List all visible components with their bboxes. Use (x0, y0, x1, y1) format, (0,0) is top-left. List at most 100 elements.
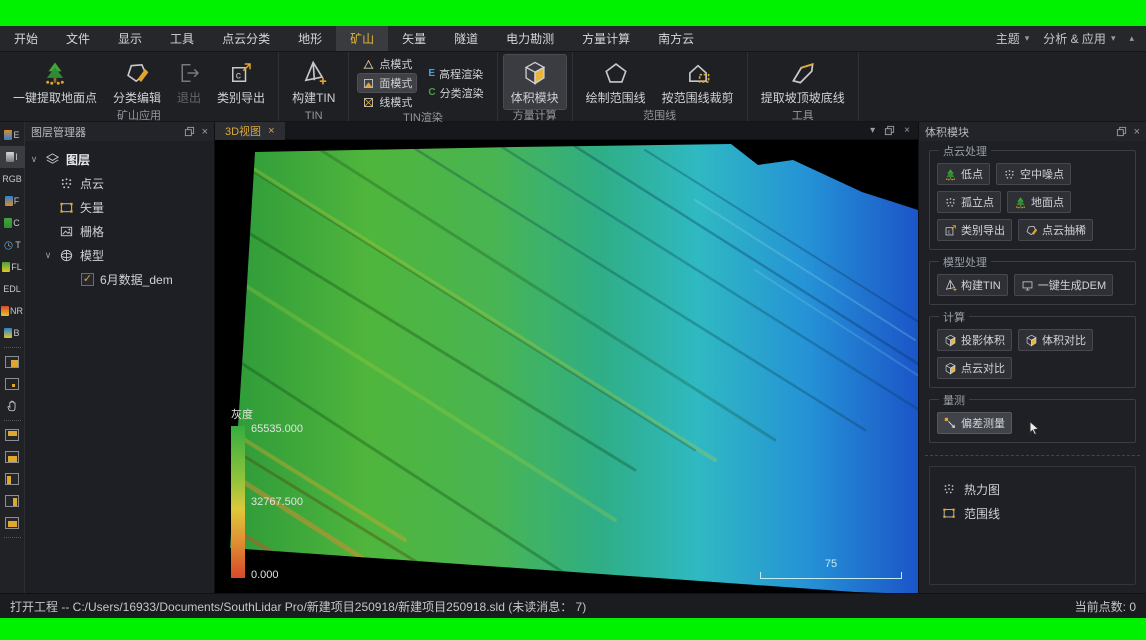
edl-mode-button[interactable]: EDL (0, 278, 25, 300)
extract-ground-points-button[interactable]: 一键提取地面点 (6, 55, 104, 109)
tab-list-dropdown-icon[interactable]: ▾ (870, 125, 875, 136)
select-tool-button[interactable] (0, 351, 25, 373)
low-points-button[interactable]: 低点 (937, 163, 990, 185)
theme-dropdown[interactable]: 主题 ▾ (996, 30, 1030, 47)
strip-separator (4, 347, 21, 348)
close-panel-icon[interactable]: × (202, 126, 208, 138)
menu-item-tunnel[interactable]: 隧道 (440, 26, 492, 51)
thin-points-button[interactable]: 点云抽稀 (1018, 219, 1093, 241)
project-path-status: 打开工程 -- C:/Users/16933/Documents/SouthLi… (10, 598, 586, 615)
close-panel-icon[interactable]: × (1134, 126, 1140, 138)
ground-points-button[interactable]: 地面点 (1007, 191, 1071, 213)
menu-item-tools[interactable]: 工具 (156, 26, 208, 51)
class-mode-button[interactable]: C (0, 212, 25, 234)
rgb-mode-button[interactable]: RGB (0, 168, 25, 190)
3d-viewport[interactable]: 灰度 65535.000 32767.500 0.000 75 (215, 140, 918, 593)
tree-node-vector[interactable]: 矢量 (29, 195, 210, 219)
caret-down-icon[interactable]: ∨ (43, 250, 53, 261)
menu-item-pointcloud-classify[interactable]: 点云分类 (208, 26, 284, 51)
category-export-button[interactable]: 类别导出 (937, 219, 1012, 241)
button-label: 低点 (961, 166, 983, 182)
tree-node-raster[interactable]: 栅格 (29, 219, 210, 243)
button-label: 高程渲染 (439, 66, 483, 82)
build-tin-button[interactable]: 构建TIN (937, 274, 1008, 296)
line-mode-button[interactable]: 线模式 (358, 93, 416, 111)
menu-item-mining[interactable]: 矿山 (336, 26, 388, 51)
pointcloud-compare-button[interactable]: 点云对比 (937, 357, 1012, 379)
scale-bar-value: 75 (760, 558, 902, 570)
clip-by-boundary-button[interactable]: 按范围线裁剪 (655, 55, 741, 109)
build-tin-button[interactable]: 构建TIN (285, 55, 342, 109)
elevation-mode-button[interactable]: E (0, 124, 25, 146)
menu-bar: 开始 文件 显示 工具 点云分类 地形 矿山 矢量 隧道 电力勘测 方量计算 南… (0, 26, 1146, 52)
view-top-button[interactable] (0, 424, 25, 446)
group-pointcloud-processing: 点云处理 低点 空中噪点 孤立点 地面点 类别导出 点云抽稀 (929, 150, 1136, 250)
generate-dem-button[interactable]: 一键生成DEM (1014, 274, 1113, 296)
air-noise-button[interactable]: 空中噪点 (996, 163, 1071, 185)
draw-boundary-button[interactable]: 绘制范围线 (579, 55, 653, 109)
float-panel-icon[interactable] (1116, 126, 1127, 137)
menu-item-south-cloud[interactable]: 南方云 (644, 26, 708, 51)
point-mode-button[interactable]: 点模式 (358, 55, 416, 73)
isolated-points-button[interactable]: 孤立点 (937, 191, 1001, 213)
nr-mode-button[interactable]: NR (0, 300, 25, 322)
float-view-icon[interactable] (884, 125, 895, 136)
projection-volume-button[interactable]: 投影体积 (937, 329, 1012, 351)
elevation-icon (4, 130, 12, 140)
group-title: 点云处理 (939, 143, 991, 159)
hand-icon (5, 399, 19, 413)
boundary-line-item[interactable]: 范围线 (942, 501, 1123, 525)
menu-item-display[interactable]: 显示 (104, 26, 156, 51)
intensity-mode-button[interactable]: I (0, 146, 25, 168)
caret-down-icon[interactable]: ∨ (29, 154, 39, 165)
view-right-button[interactable] (0, 490, 25, 512)
float-panel-icon[interactable] (184, 126, 195, 137)
time-mode-button[interactable]: T (0, 234, 25, 256)
menu-item-start[interactable]: 开始 (0, 26, 52, 51)
b-mode-button[interactable]: B (0, 322, 25, 344)
close-view-icon[interactable]: × (904, 125, 910, 136)
volume-module-button[interactable]: 体积模块 (504, 55, 566, 109)
menu-item-file[interactable]: 文件 (52, 26, 104, 51)
tree-node-pointcloud[interactable]: 点云 (29, 171, 210, 195)
deviation-measure-button[interactable]: 偏差测量 (937, 412, 1012, 434)
button-label: 点模式 (379, 56, 412, 72)
classify-edit-button[interactable]: 分类编辑 (106, 55, 168, 109)
classification-render-button[interactable]: C 分类渲染 (424, 84, 487, 102)
category-export-button[interactable]: 类别导出 (210, 55, 272, 109)
analysis-app-dropdown[interactable]: 分析 & 应用 ▾ (1043, 30, 1115, 47)
layer-panel-header: 图层管理器 × (25, 122, 214, 141)
pan-tool-button[interactable] (0, 395, 25, 417)
tab-close-icon[interactable]: × (268, 125, 274, 137)
tree-node-dem-layer[interactable]: ✓ 6月数据_dem (29, 267, 210, 291)
menu-bar-right: 主题 ▾ 分析 & 应用 ▾ ▴ (996, 26, 1146, 51)
elevation-render-button[interactable]: E 高程渲染 (424, 65, 487, 83)
menu-item-volume-calc[interactable]: 方量计算 (568, 26, 644, 51)
strip-label: T (15, 240, 21, 250)
face-mode-button[interactable]: 面模式 (358, 74, 416, 92)
tree-node-layers[interactable]: ∨ 图层 (29, 147, 210, 171)
flight-mode-button[interactable]: F (0, 190, 25, 212)
tree-icon (944, 168, 957, 181)
menu-item-vector[interactable]: 矢量 (388, 26, 440, 51)
button-label: 体积对比 (1042, 332, 1086, 348)
strip-label: B (13, 328, 19, 338)
current-point-count: 当前点数: 0 (1075, 598, 1136, 615)
strip-label: NR (10, 306, 23, 316)
extract-slope-lines-button[interactable]: 提取坡顶坡底线 (754, 55, 852, 109)
heatmap-item[interactable]: 热力图 (942, 477, 1123, 501)
layer-visibility-checkbox[interactable]: ✓ (81, 273, 94, 286)
pick-point-tool-button[interactable] (0, 373, 25, 395)
tree-node-model[interactable]: ∨ 模型 (29, 243, 210, 267)
tab-3d-view[interactable]: 3D视图 × (215, 122, 285, 140)
view-left-button[interactable] (0, 468, 25, 490)
legend-max-value: 65535.000 (251, 423, 303, 435)
collapse-ribbon-icon[interactable]: ▴ (1129, 33, 1134, 44)
menu-item-power-survey[interactable]: 电力勘测 (492, 26, 568, 51)
fl-mode-button[interactable]: FL (0, 256, 25, 278)
view-back-button[interactable] (0, 512, 25, 534)
volume-compare-button[interactable]: 体积对比 (1018, 329, 1093, 351)
menu-item-terrain[interactable]: 地形 (284, 26, 336, 51)
button-label: 线模式 (379, 94, 412, 110)
view-front-button[interactable] (0, 446, 25, 468)
